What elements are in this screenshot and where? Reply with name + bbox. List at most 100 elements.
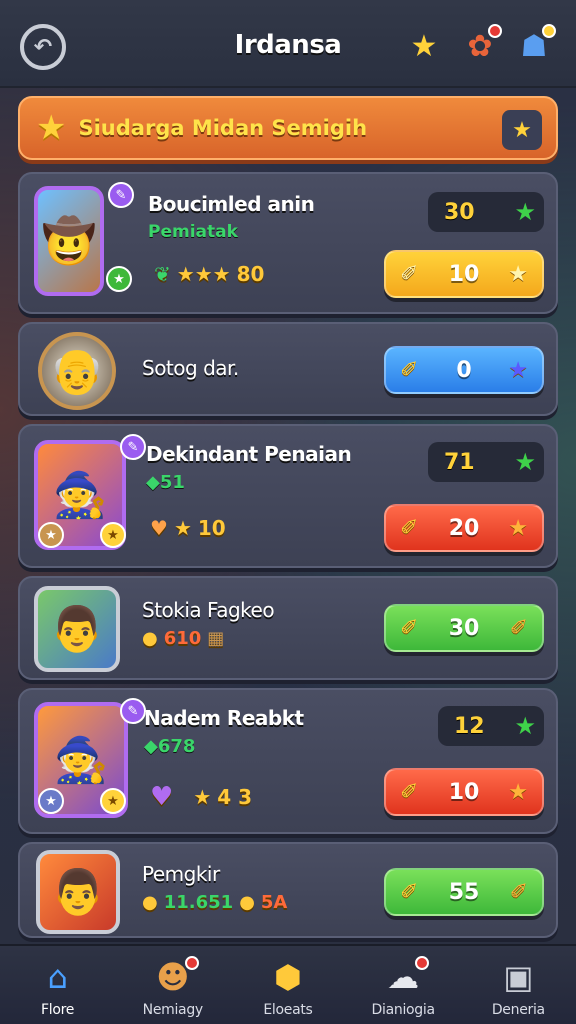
star-badge-icon: ★ bbox=[100, 788, 126, 814]
star-icon: ★ bbox=[514, 198, 536, 226]
stat-value: 610 bbox=[163, 628, 202, 649]
card-name: Nadem Reabkt bbox=[144, 706, 304, 730]
claim-button[interactable]: ✐ 30 ✐ bbox=[384, 604, 544, 652]
star-icon: ★ bbox=[36, 108, 67, 148]
avatar: 👴 bbox=[38, 332, 116, 410]
home-icon: ⌂ bbox=[47, 958, 68, 996]
gem-icon: ◆ bbox=[146, 472, 160, 493]
card-name: Boucimled anin bbox=[148, 192, 315, 216]
star-icon: ★ bbox=[508, 515, 528, 541]
stat-value: 5A bbox=[260, 892, 288, 913]
edit-badge-icon: ✎ bbox=[120, 434, 146, 460]
star-icon: ★ bbox=[193, 785, 212, 809]
claim-button[interactable]: ✐ 10 ★ bbox=[384, 768, 544, 816]
nav-item-home[interactable]: ⌂ Flore bbox=[0, 946, 115, 1024]
gem-icon: ❦ bbox=[154, 262, 171, 286]
shield-icon: ⬢ bbox=[274, 958, 302, 996]
claim-button[interactable]: ✐ 20 ★ bbox=[384, 504, 544, 552]
nav-label: Flore bbox=[41, 1002, 75, 1018]
character-icon: ☻ bbox=[156, 956, 200, 998]
coin-icon: ● bbox=[239, 892, 255, 913]
banner-info-button[interactable]: ★ bbox=[502, 110, 542, 150]
notification-dot bbox=[542, 24, 556, 38]
star-icon: ★ bbox=[512, 117, 532, 143]
nav-label: Nemiagy bbox=[142, 1002, 204, 1018]
bag-icon: ▣ bbox=[503, 958, 534, 996]
edit-badge-icon: ✎ bbox=[108, 182, 134, 208]
nav-item-chat[interactable]: ☁ Dianiogia bbox=[346, 946, 461, 1024]
card-stats: ♥ ★ 4 3 bbox=[150, 782, 252, 812]
avatar: 👨 bbox=[34, 586, 120, 672]
count-value: 30 bbox=[444, 199, 475, 225]
card-subtitle: ◆678 bbox=[144, 736, 196, 757]
notification-dot bbox=[488, 24, 502, 38]
avatar: 👨 bbox=[36, 850, 120, 934]
profile-icon[interactable]: ☗ bbox=[514, 24, 556, 66]
count-pill: 30 ★ bbox=[428, 192, 544, 232]
card-subtitle: Pemiatak bbox=[148, 222, 238, 242]
card-stats: ● 11.651 ● 5A bbox=[142, 892, 287, 913]
star-rating-icon: ★★★ bbox=[176, 262, 231, 286]
star-icon: ★ bbox=[173, 516, 192, 540]
notification-dot bbox=[415, 956, 430, 970]
star-icon: ★ bbox=[508, 357, 528, 383]
list-item[interactable]: 🤠 ✎ ★ Boucimled anin Pemiatak ❦ ★★★ 80 3… bbox=[18, 172, 558, 314]
notification-dot bbox=[185, 956, 200, 970]
list-item[interactable]: 🧙 ✎ ★ ★ Nadem Reabkt ◆678 ♥ ★ 4 3 12 ★ ✐… bbox=[18, 688, 558, 834]
nav-item-bag[interactable]: ▣ Deneria bbox=[461, 946, 576, 1024]
nav-label: Eloeats bbox=[263, 1002, 313, 1018]
card-subtitle: ◆51 bbox=[146, 472, 185, 493]
gift-icon[interactable]: ✿ bbox=[460, 24, 502, 66]
claim-button[interactable]: ✐ 10 ★ bbox=[384, 250, 544, 298]
avatar: 🤠 bbox=[34, 186, 104, 296]
card-stats: ❦ ★★★ 80 bbox=[154, 262, 264, 286]
claim-button[interactable]: ✐ 0 ★ bbox=[384, 346, 544, 394]
card-name: Stokia Fagkeo bbox=[142, 598, 275, 622]
banner-text: Siudarga Midan Semigih bbox=[78, 116, 368, 140]
nav-label: Deneria bbox=[491, 1002, 545, 1018]
heart-icon: ♥ bbox=[150, 516, 168, 540]
list-item[interactable]: 👨 Pemgkir ● 11.651 ● 5A ✐ 55 ✐ bbox=[18, 842, 558, 938]
list-item[interactable]: 🧙 ✎ ★ ★ Dekindant Penaian ◆51 ♥ ★ 10 71 … bbox=[18, 424, 558, 568]
claim-button[interactable]: ✐ 55 ✐ bbox=[384, 868, 544, 916]
star-badge-icon: ★ bbox=[100, 522, 126, 548]
card-name: Dekindant Penaian bbox=[146, 442, 352, 466]
star-badge-icon: ★ bbox=[106, 266, 132, 292]
edit-badge-icon: ✎ bbox=[120, 698, 146, 724]
ticket-icon: ✐ bbox=[509, 615, 528, 641]
star-icon: ★ bbox=[508, 779, 528, 805]
star-icon[interactable]: ★ bbox=[404, 26, 444, 66]
card-stats: ● 610 ▦ bbox=[142, 628, 224, 649]
heart-icon: ♥ bbox=[150, 782, 174, 812]
event-banner[interactable]: ★ Siudarga Midan Semigih ★ bbox=[18, 96, 558, 160]
count-value: 71 bbox=[444, 449, 475, 475]
star-icon: ★ bbox=[514, 448, 536, 476]
count-pill: 71 ★ bbox=[428, 442, 544, 482]
coin-icon: ● bbox=[142, 892, 158, 913]
bottom-nav: ⌂ Flore ☻ Nemiagy ⬢ Eloeats ☁ Dianiogia … bbox=[0, 944, 576, 1024]
nav-item-character[interactable]: ☻ Nemiagy bbox=[115, 946, 230, 1024]
ticket-icon: ✐ bbox=[509, 879, 528, 905]
nav-item-shield[interactable]: ⬢ Eloeats bbox=[230, 946, 345, 1024]
list-item[interactable]: 👨 Stokia Fagkeo ● 610 ▦ ✐ 30 ✐ bbox=[18, 576, 558, 680]
list-item[interactable]: 👴 Sotog dar. ✐ 0 ★ bbox=[18, 322, 558, 416]
card-name: Sotog dar. bbox=[142, 356, 239, 380]
star-icon: ★ bbox=[508, 261, 528, 287]
chest-icon: ▦ bbox=[207, 628, 225, 649]
top-bar: ↶ Irdansa ★ ✿ ☗ bbox=[0, 0, 576, 88]
card-stats: ♥ ★ 10 bbox=[150, 516, 226, 540]
star-icon: ★ bbox=[514, 712, 536, 740]
nav-label: Dianiogia bbox=[371, 1002, 436, 1018]
stat-value: 11.651 bbox=[163, 892, 234, 913]
stat-value: 4 3 bbox=[217, 785, 253, 809]
coin-icon: ● bbox=[142, 628, 158, 649]
card-name: Pemgkir bbox=[142, 862, 220, 886]
star-badge-icon: ★ bbox=[38, 522, 64, 548]
count-pill: 12 ★ bbox=[438, 706, 544, 746]
chat-icon: ☁ bbox=[387, 956, 430, 998]
star-badge-icon: ★ bbox=[38, 788, 64, 814]
stat-value: 80 bbox=[236, 262, 265, 286]
gem-icon: ◆ bbox=[144, 736, 158, 757]
stat-value: 10 bbox=[197, 516, 226, 540]
count-value: 12 bbox=[454, 713, 485, 739]
